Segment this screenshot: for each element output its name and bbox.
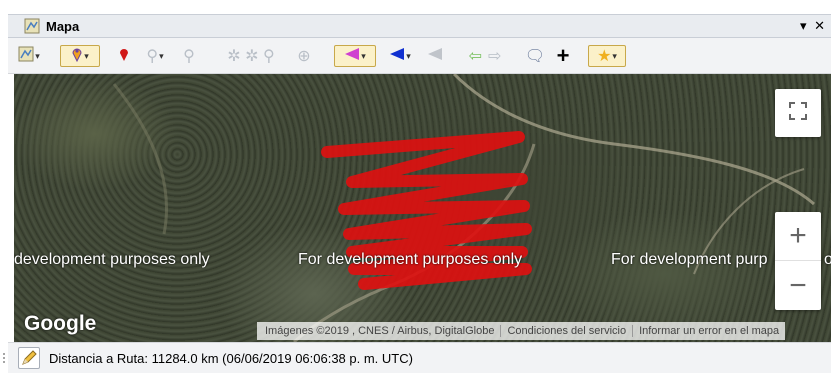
watermark-right: For development purp [611, 251, 768, 268]
panel-title: Mapa [46, 19, 80, 34]
chevron-down-icon: ▾ [84, 50, 89, 61]
chevron-down-icon: ▾ [406, 50, 411, 61]
marker-options-button[interactable]: ⚲ ▾ [138, 45, 172, 67]
red-marker-button[interactable] [114, 45, 134, 67]
fullscreen-icon [788, 101, 808, 126]
chevron-down-icon: ▾ [361, 50, 366, 61]
crosshair-button[interactable]: + [552, 43, 574, 68]
back-forward-buttons[interactable]: ⇦ ⇨ [460, 45, 510, 67]
map-layer-button[interactable]: ▾ [14, 45, 44, 67]
zoom-tools-button[interactable]: ⊕ [292, 45, 316, 67]
watermark-center: For development purposes only [298, 251, 523, 268]
comment-button[interactable]: 🗨 [524, 45, 546, 67]
terms-link[interactable]: Condiciones del servicio [501, 325, 634, 337]
zoom-out-button[interactable]: − [775, 261, 821, 310]
status-bar: Distancia a Ruta: 11284.0 km (06/06/2019… [8, 342, 831, 373]
route-grey-icons: ✲ ✲ ⚲ [227, 48, 275, 65]
zoom-grey-icons: ⊕ [297, 48, 311, 65]
blue-arrow-icon [389, 47, 405, 66]
speech-bubble-icon: 🗨 [524, 48, 546, 65]
green-arrow-icon: ⇦ [468, 48, 482, 65]
panel-title-bar: Mapa ▾ ✕ [8, 14, 831, 38]
map-icon [18, 46, 34, 67]
grey-arrow-icon [427, 47, 443, 66]
forward-arrow-icon: ⇨ [488, 48, 502, 65]
status-grip [2, 342, 6, 373]
map-attribution-bar: Imágenes ©2019 , CNES / Airbus, DigitalG… [257, 322, 786, 340]
route-distance-text: Distancia a Ruta: 11284.0 km (06/06/2019… [49, 351, 413, 366]
chevron-down-icon: ▾ [159, 50, 164, 61]
magenta-arrow-icon [344, 47, 360, 66]
pencil-icon[interactable] [18, 347, 40, 369]
fullscreen-button[interactable] [775, 89, 821, 137]
favorites-button[interactable]: ★ ▾ [588, 45, 626, 67]
plus-icon: + [556, 43, 570, 68]
grey-arrow-button[interactable] [424, 45, 446, 67]
magenta-arrow-button[interactable]: ▾ [334, 45, 376, 67]
zoom-in-button[interactable]: + [775, 212, 821, 261]
chevron-down-icon: ▾ [35, 50, 40, 61]
map-icon [24, 18, 40, 34]
star-icon: ★ [597, 48, 612, 65]
map-overlay [112, 74, 815, 342]
window-top-edge [0, 0, 831, 14]
map-toolbar: ▾ ▾ ⚲ ▾ ⚲ ✲ ✲ ⚲ ⊕ ▾ ▾ ⇦ ⇨ 🗨 + ★ ▾ [8, 38, 831, 74]
report-error-link[interactable]: Informar un error en el mapa [633, 325, 785, 337]
marker-add-button[interactable]: ⚲ [178, 45, 200, 67]
google-logo: Google [24, 312, 97, 335]
watermark-edge: or [824, 251, 831, 268]
pin-plus-icon: ⚲ [183, 48, 195, 65]
marker-tool-button[interactable]: ▾ [60, 45, 100, 67]
route-tools-group[interactable]: ✲ ✲ ⚲ [216, 45, 286, 67]
panel-controls[interactable]: ▾ ✕ [800, 18, 827, 34]
pin-grey-icon: ⚲ [146, 48, 159, 65]
blue-arrow-button[interactable]: ▾ [382, 45, 418, 67]
red-pin-icon [118, 46, 130, 67]
watermark-left: development purposes only [14, 251, 210, 268]
chevron-down-icon: ▾ [612, 50, 617, 61]
map-view[interactable]: development purposes only For developmen… [14, 74, 831, 342]
zoom-control: + − [775, 212, 821, 310]
imagery-credit: Imágenes ©2019 , CNES / Airbus, DigitalG… [259, 325, 502, 337]
pin-icon [71, 46, 83, 67]
